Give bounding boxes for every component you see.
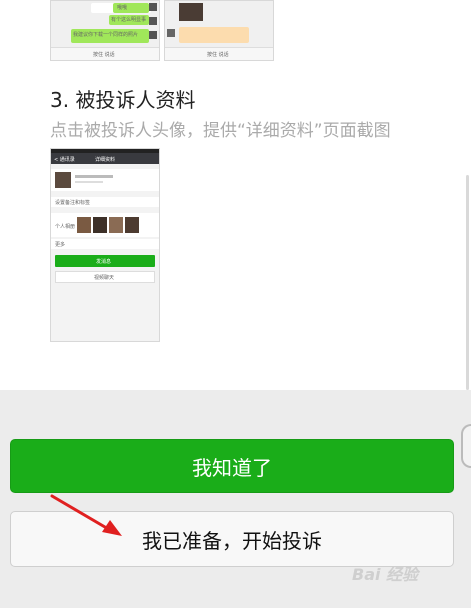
hold-to-talk-label: 按住 说话 <box>207 52 229 58</box>
more-row-label: 更多 <box>55 242 66 248</box>
hold-to-talk-label: 按住 说话 <box>93 52 115 58</box>
chat-screenshot-thumbnail-left: 哦哦 有个这么明显事 我建议你下载一个同样的照片 按住 说话 <box>50 0 160 61</box>
profile-screenshot-thumbnail: < 通讯录 详细资料 设置备注和标签 个人相册 更多 发消息 视频聊天 <box>50 148 160 342</box>
nav-title: 详细资料 <box>95 157 116 163</box>
section-subtitle: 点击被投诉人头像，提供“详细资料”页面截图 <box>50 121 391 141</box>
chat-screenshot-thumbnail-right: 按住 说话 <box>164 0 274 61</box>
guide-content: 哦哦 有个这么明显事 我建议你下载一个同样的照片 按住 说话 按住 说话 3. … <box>0 0 471 390</box>
photo-message <box>179 3 203 21</box>
edge-handle <box>461 424 471 468</box>
send-message-mini-label: 发消息 <box>96 259 112 265</box>
avatar <box>55 172 71 188</box>
remark-row-label: 设置备注和标签 <box>55 200 91 206</box>
chat-avatar <box>167 29 175 37</box>
album-photo <box>77 217 91 233</box>
chat-avatar <box>149 31 157 39</box>
baidu-watermark: Bai 经验 <box>352 565 419 584</box>
album-row-label: 个人相册 <box>55 224 76 230</box>
album-photo <box>93 217 107 233</box>
chat-bubble-text: 哦哦 <box>117 5 128 11</box>
video-chat-mini-label: 视频聊天 <box>94 275 115 281</box>
nav-back-link: < 通讯录 <box>54 157 75 163</box>
chat-bubble <box>179 27 249 43</box>
chat-bubble-text: 有个这么明显事 <box>111 17 147 23</box>
chat-avatar <box>149 17 157 25</box>
album-photo <box>125 217 139 233</box>
profile-name-placeholder <box>75 175 113 178</box>
album-photo <box>109 217 123 233</box>
chat-bubble-text: 我建议你下载一个同样的照片 <box>73 32 139 38</box>
profile-id-placeholder <box>75 181 103 183</box>
more-row <box>51 239 159 249</box>
acknowledge-button[interactable]: 我知道了 <box>10 439 454 493</box>
chat-avatar <box>149 3 157 11</box>
section-title: 3. 被投诉人资料 <box>50 88 196 112</box>
red-arrow-annotation <box>50 494 122 536</box>
scrollbar[interactable] <box>466 175 469 390</box>
